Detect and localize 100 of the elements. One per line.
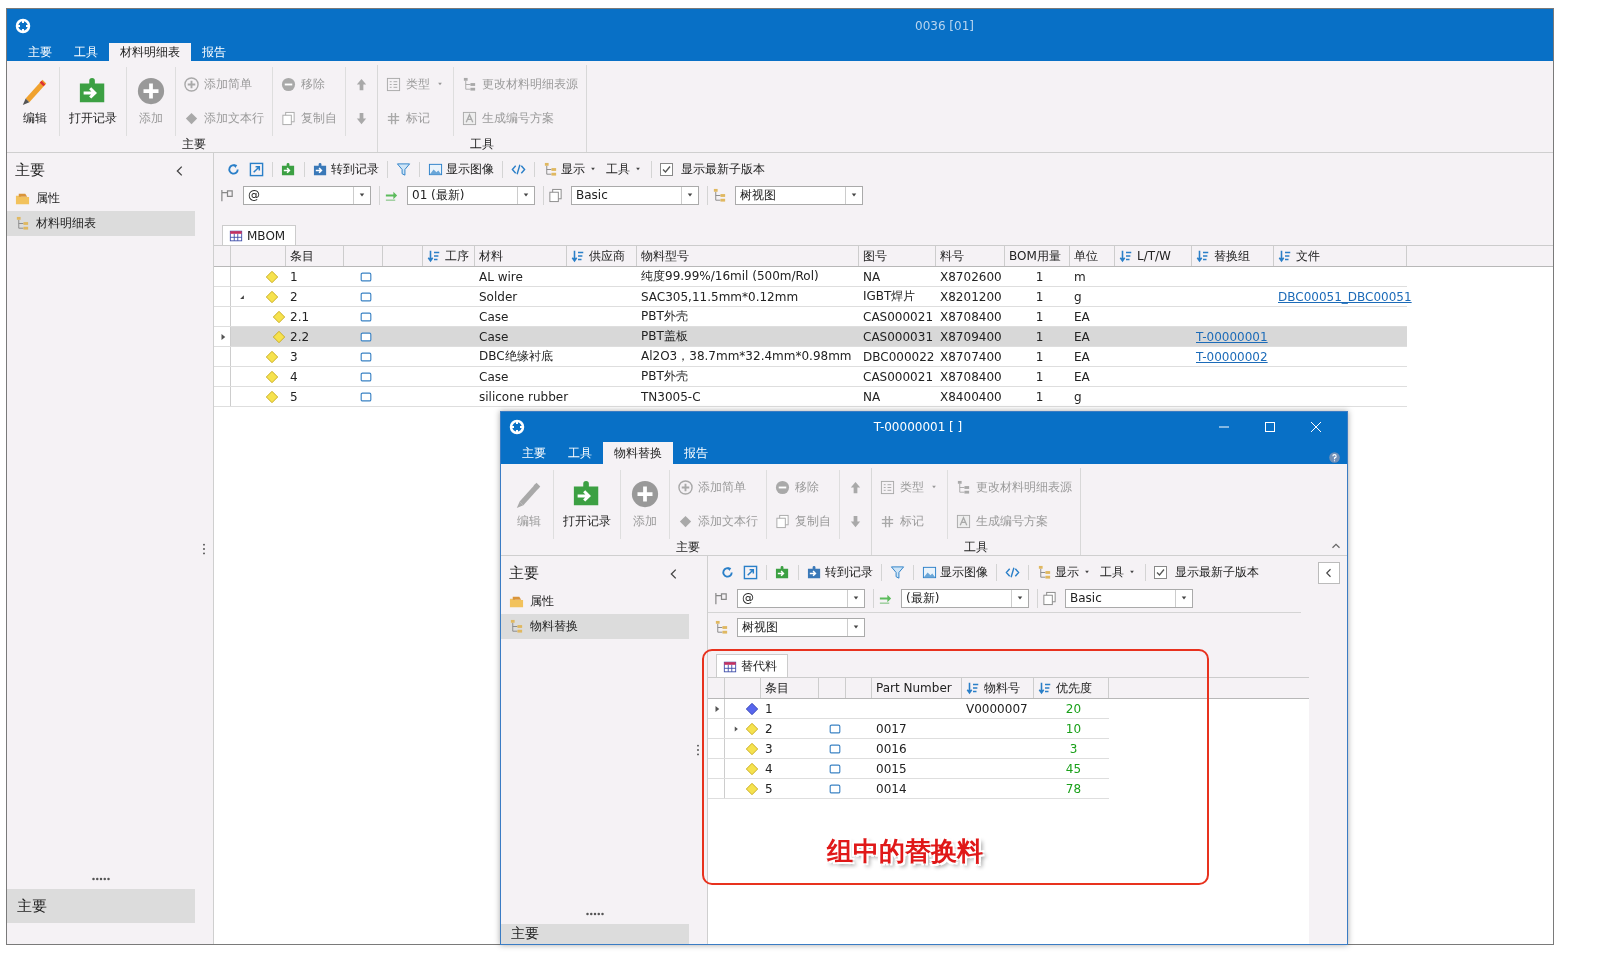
ribbon-tab[interactable]: 物料替换	[603, 442, 673, 464]
ribbon-tab[interactable]: 工具	[63, 43, 109, 61]
font-icon	[956, 514, 971, 530]
ribbon-tab[interactable]: 材料明细表	[109, 43, 191, 61]
grid-tab[interactable]: 替代料	[716, 654, 788, 677]
table-row[interactable]: 2.2 Case PBT盖板 CAS000031 X8709400 1 EA T-00000001	[214, 327, 1407, 347]
table-cell: 4	[765, 761, 773, 776]
toolbar-button[interactable]	[743, 564, 758, 580]
column-header[interactable]: BOM用量	[1005, 246, 1070, 266]
image-icon	[428, 161, 443, 177]
toolbar-button[interactable]: 工具	[1100, 563, 1137, 581]
table-cell: X8709400	[940, 329, 1002, 344]
toolbar-button[interactable]: 转到记录	[313, 160, 379, 178]
checkbox[interactable]	[660, 162, 673, 176]
table-row[interactable]: 3 0016 3	[708, 739, 1109, 759]
table-cell: CAS000031	[863, 329, 933, 344]
table-cell: 4	[290, 369, 298, 384]
help-icon[interactable]	[1328, 451, 1341, 464]
dropdown-field[interactable]: 树视图	[737, 617, 865, 637]
toolbar-button[interactable]: 转到记录	[807, 563, 873, 581]
ribbon-button[interactable]: 编辑	[16, 76, 54, 127]
toolbar-button[interactable]	[775, 564, 790, 580]
column-header[interactable]: 条目	[286, 246, 344, 266]
toolbar-button[interactable]: 显示	[1037, 563, 1092, 581]
column-header[interactable]: 物料号	[962, 678, 1034, 698]
link[interactable]: T-00000002	[1196, 349, 1268, 364]
diamond-icon	[265, 289, 279, 304]
table-row[interactable]: 2 0017 10	[708, 719, 1109, 739]
toolbar-button[interactable]	[890, 564, 905, 580]
column-header[interactable]: 单位	[1070, 246, 1115, 266]
column-header[interactable]: 工序	[423, 246, 475, 266]
navigation-section-button[interactable]: 主要	[501, 924, 689, 944]
sidebar-item[interactable]: 属性	[7, 186, 195, 211]
ribbon-tab[interactable]: 报告	[191, 43, 237, 61]
table-cell: 1	[1035, 289, 1044, 304]
dropdown-field[interactable]: Basic	[1065, 588, 1193, 608]
arrow-box-icon	[743, 564, 758, 580]
dropdown-field[interactable]: (最新)	[901, 588, 1029, 608]
table-row[interactable]: 1 V0000007 20	[708, 699, 1109, 719]
list-icon	[880, 479, 895, 495]
grid-tab[interactable]: MBOM	[222, 225, 297, 245]
column-header[interactable]: 图号	[859, 246, 936, 266]
table-cell: 2.1	[290, 309, 310, 324]
navigation-section-button[interactable]: 主要	[7, 889, 195, 923]
column-header[interactable]: 料号	[936, 246, 1005, 266]
toolbar-button[interactable]	[226, 161, 241, 177]
table-row[interactable]: 3 DBC绝缘衬底 Al2O3，38.7mm*32.4mm*0.98mm DBC000022 X8707400 1 EA T-00000002	[214, 347, 1407, 367]
table-cell: EA	[1074, 349, 1090, 364]
dropdown-field[interactable]: @	[737, 588, 865, 608]
table-row[interactable]: 5 silicone rubber TN3005-C NA X8400400 1 g	[214, 387, 1407, 407]
arrow-box-icon	[249, 161, 264, 177]
table-row[interactable]: 4 0015 45	[708, 759, 1109, 779]
window-title: T-00000001 [ ]	[872, 420, 964, 434]
column-header[interactable]: 物料型号	[637, 246, 859, 266]
ribbon-tab[interactable]: 主要	[511, 442, 557, 464]
link[interactable]: T-00000001	[1196, 329, 1268, 344]
dropdown-field[interactable]: 01 (最新)	[407, 185, 535, 205]
table-row[interactable]: 1 AL wire 纯度99.99%/16mil (500m/Rol) NA X8702600 1 m	[214, 267, 1407, 287]
checkbox[interactable]	[1154, 565, 1167, 579]
dropdown-field[interactable]: 树视图	[735, 185, 863, 205]
column-header[interactable]: 供应商	[567, 246, 637, 266]
ribbon-button[interactable]: 打开记录	[65, 76, 121, 127]
column-header[interactable]: L/T/W	[1115, 246, 1192, 266]
sidebar-item[interactable]: 属性	[501, 589, 689, 614]
ribbon-tab[interactable]: 主要	[17, 43, 63, 61]
ribbon-button[interactable]: 打开记录	[559, 479, 615, 530]
hash-icon	[880, 514, 895, 530]
sidebar-item[interactable]: 物料替换	[501, 614, 689, 639]
table-cell: X8708400	[940, 369, 1002, 384]
copy-icon	[775, 514, 790, 530]
toolbar-button[interactable]	[249, 161, 264, 177]
expand-panel-button[interactable]	[1318, 562, 1340, 584]
dropdown-field[interactable]: @	[243, 185, 371, 205]
column-header[interactable]: 材料	[475, 246, 567, 266]
ribbon-tab[interactable]: 工具	[557, 442, 603, 464]
column-header[interactable]: Part Number	[872, 678, 962, 698]
column-header[interactable]: 优先度	[1034, 678, 1109, 698]
toolbar-button[interactable]: 显示图像	[922, 563, 988, 581]
table-cell: X8201200	[940, 289, 1002, 304]
table-cell: 45	[1065, 761, 1082, 776]
folder-icon	[15, 191, 30, 206]
toolbar-button[interactable]	[720, 564, 735, 580]
toolbar-button[interactable]: 显示	[543, 160, 598, 178]
ribbon-tab[interactable]: 报告	[673, 442, 719, 464]
table-row[interactable]: 5 0014 78	[708, 779, 1109, 799]
sidebar-item[interactable]: 材料明细表	[7, 211, 195, 236]
toolbar-button[interactable]	[396, 161, 411, 177]
column-header[interactable]: 文件	[1274, 246, 1407, 266]
table-cell: 5	[290, 389, 298, 404]
minus-circle-icon	[775, 479, 790, 495]
toolbar-button[interactable]	[281, 161, 296, 177]
column-header[interactable]: 替换组	[1192, 246, 1274, 266]
toolbar-button[interactable]: 显示图像	[428, 160, 494, 178]
table-row[interactable]: 4 Case PBT外壳 CAS000021 X8708400 1 EA	[214, 367, 1407, 387]
toolbar-button[interactable]: 工具	[606, 160, 643, 178]
dropdown-field[interactable]: Basic	[571, 185, 699, 205]
table-cell: 0015	[876, 761, 907, 776]
refresh-icon	[720, 564, 735, 580]
square-icon	[358, 269, 373, 284]
column-header[interactable]: 条目	[761, 678, 819, 698]
